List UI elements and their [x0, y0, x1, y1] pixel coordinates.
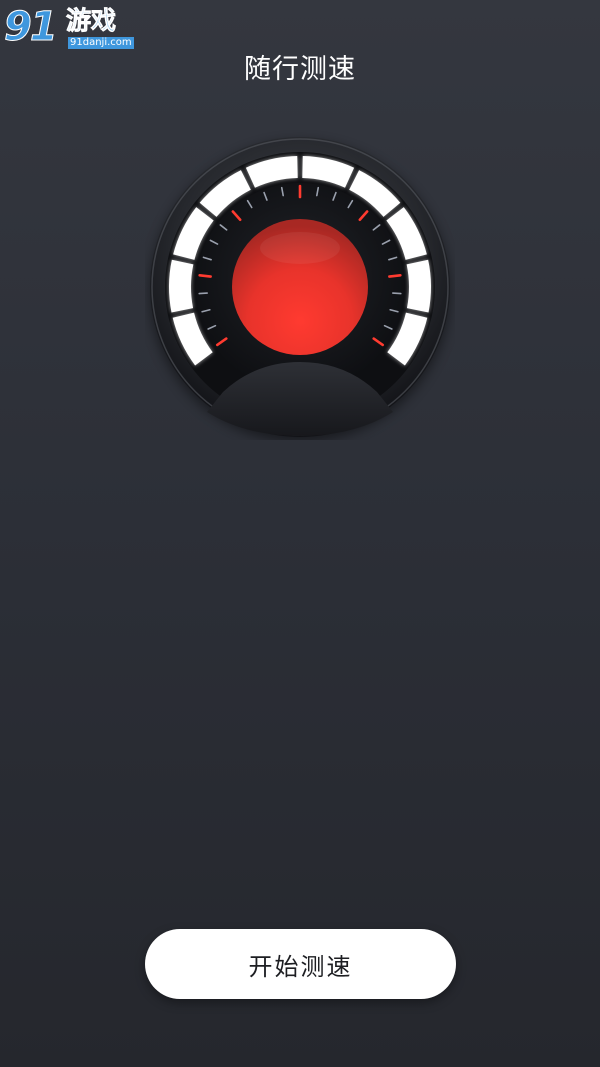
watermark-digits: 91 — [4, 4, 59, 51]
gauge-minor-tick — [392, 292, 402, 295]
watermark-logo: 91 游戏 91danji.com — [2, 4, 134, 52]
page-title: 随行测速 — [244, 54, 356, 85]
gauge-minor-tick — [198, 292, 208, 295]
gauge-arc-segment — [169, 259, 194, 313]
gauge-major-tick — [198, 273, 212, 278]
gauge-major-tick — [388, 273, 402, 278]
gauge-red-highlight — [260, 232, 340, 264]
watermark-site: 91danji.com — [68, 37, 134, 49]
speedometer-gauge-icon — [150, 137, 450, 440]
gauge-arc-segment — [406, 259, 431, 313]
start-speed-test-button[interactable]: 开始测速 — [145, 929, 456, 999]
watermark-name: 游戏 — [66, 6, 117, 36]
